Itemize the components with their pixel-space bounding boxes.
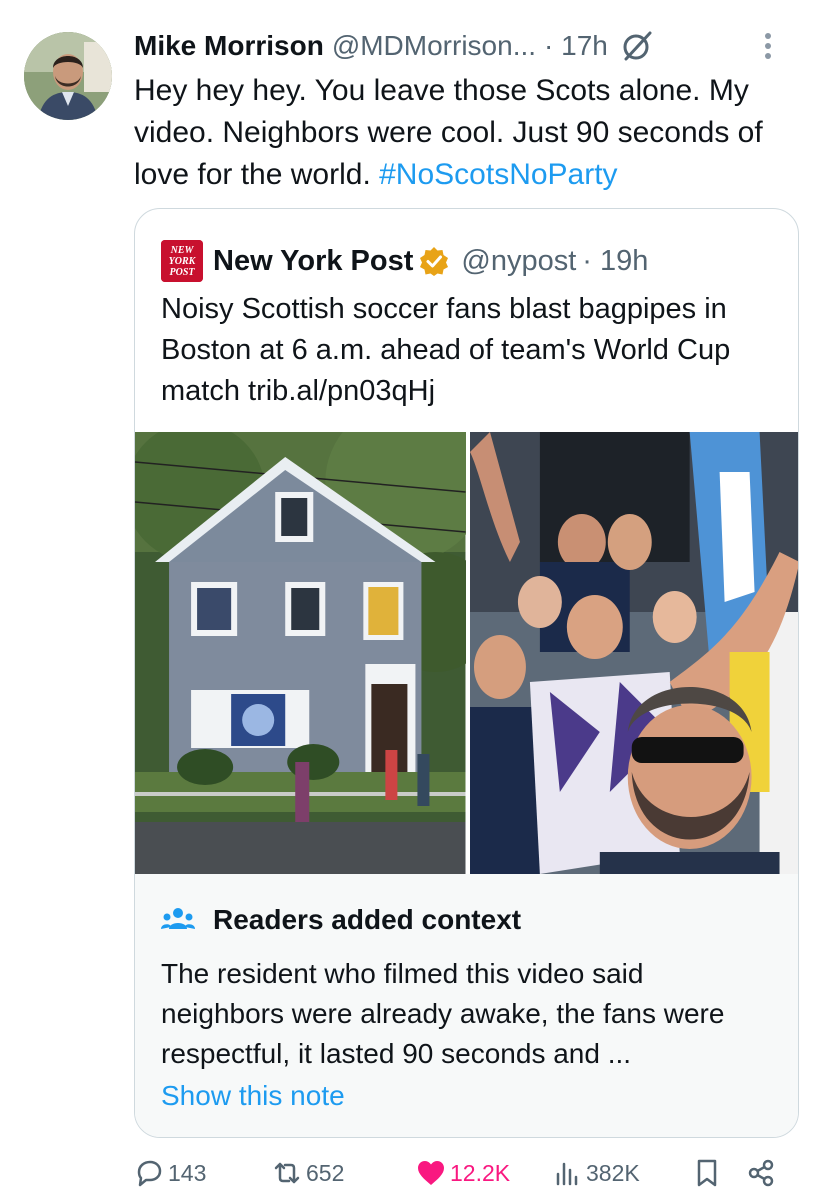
action-bar: 143 652 12.2K 382K bbox=[134, 1150, 804, 1200]
views-button[interactable]: 382K bbox=[552, 1158, 640, 1188]
quoted-post[interactable]: NEW YORK POST New York Post @nypost · 19… bbox=[134, 208, 799, 1138]
post-text: Hey hey hey. You leave those Scots alone… bbox=[134, 70, 804, 196]
share-button[interactable] bbox=[746, 1158, 776, 1188]
views-count: 382K bbox=[586, 1159, 640, 1186]
share-icon bbox=[748, 1159, 774, 1187]
people-icon bbox=[161, 908, 195, 929]
post-time[interactable]: · 17h bbox=[544, 30, 608, 62]
heart-icon bbox=[418, 1161, 444, 1185]
nypost-logo[interactable]: NEW YORK POST bbox=[161, 240, 203, 282]
author-avatar[interactable] bbox=[24, 32, 112, 120]
quote-author-handle[interactable]: @nypost bbox=[461, 245, 576, 278]
repost-button[interactable]: 652 bbox=[272, 1158, 344, 1188]
quote-text: Noisy Scottish soccer fans blast bagpipe… bbox=[161, 293, 731, 407]
author-handle[interactable]: @MDMorrison... bbox=[332, 30, 536, 62]
repost-count: 652 bbox=[306, 1159, 345, 1186]
author-name[interactable]: Mike Morrison bbox=[134, 30, 324, 62]
community-note: Readers added context The resident who f… bbox=[135, 874, 798, 1137]
reply-button[interactable]: 143 bbox=[134, 1158, 206, 1188]
house-photo[interactable] bbox=[135, 432, 466, 874]
post-header: Mike Morrison @MDMorrison... · 17h bbox=[134, 26, 805, 66]
logo-text-1: NEW bbox=[170, 245, 195, 256]
quote-header: NEW YORK POST New York Post @nypost · 19… bbox=[161, 237, 648, 285]
views-icon bbox=[556, 1162, 578, 1186]
bookmark-button[interactable] bbox=[692, 1158, 722, 1188]
bookmark-icon bbox=[697, 1159, 717, 1187]
community-note-title: Readers added context bbox=[213, 904, 522, 935]
logo-text-2: YORK bbox=[169, 256, 197, 267]
verified-badge-icon[interactable] bbox=[419, 246, 449, 276]
quote-time[interactable]: · 19h bbox=[582, 245, 648, 278]
more-icon[interactable] bbox=[753, 28, 783, 64]
logo-text-3: POST bbox=[170, 267, 196, 278]
fans-selfie-photo[interactable] bbox=[469, 432, 798, 874]
reply-count: 143 bbox=[168, 1159, 207, 1186]
repost-icon bbox=[274, 1162, 300, 1184]
like-count: 12.2K bbox=[450, 1159, 511, 1186]
community-note-text: The resident who filmed this video said … bbox=[161, 958, 725, 1069]
community-note-header: Readers added context bbox=[161, 904, 521, 936]
show-note-link[interactable]: Show this note bbox=[161, 1080, 345, 1112]
like-button[interactable]: 12.2K bbox=[416, 1158, 510, 1188]
quote-author-name[interactable]: New York Post bbox=[213, 245, 413, 278]
media-grid bbox=[135, 432, 798, 874]
reply-icon bbox=[137, 1160, 162, 1187]
hashtag-link[interactable]: #NoScotsNoParty bbox=[379, 158, 617, 191]
grok-icon[interactable] bbox=[620, 29, 654, 63]
